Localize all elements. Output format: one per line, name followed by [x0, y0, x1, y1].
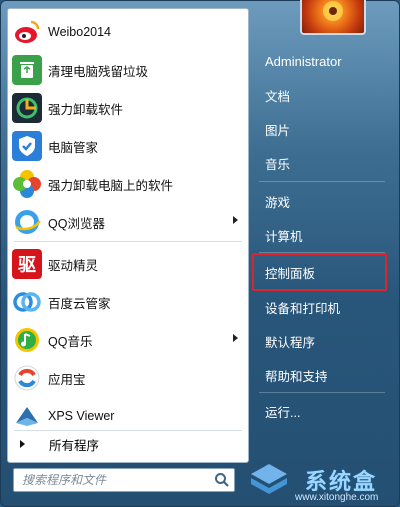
devices-printers-link[interactable]: 设备和打印机 — [259, 292, 389, 322]
documents-link[interactable]: 文档 — [259, 80, 389, 110]
app-store-icon — [12, 363, 42, 393]
divider — [14, 241, 242, 242]
music-link[interactable]: 音乐 — [259, 148, 389, 178]
program-item-qq-music[interactable]: QQ音乐 — [8, 321, 248, 359]
default-programs-link[interactable]: 默认程序 — [259, 326, 389, 356]
program-item-pc-manager[interactable]: 电脑管家 — [8, 127, 248, 165]
computer-link[interactable]: 计算机 — [259, 220, 389, 250]
all-programs-label: 所有程序 — [49, 438, 100, 453]
user-name-link[interactable]: Administrator — [259, 46, 389, 76]
programs-panel: Weibo2014 清理电脑残留垃圾 强力卸载软件 电脑管家 强力卸载电脑上的软… — [7, 8, 249, 463]
games-link[interactable]: 游戏 — [259, 186, 389, 216]
help-support-link[interactable]: 帮助和支持 — [259, 360, 389, 390]
shield-icon — [12, 131, 42, 161]
program-item-uninstall-software[interactable]: 强力卸载电脑上的软件 — [8, 165, 248, 203]
run-link[interactable]: 运行... — [259, 396, 389, 426]
music-icon — [12, 325, 42, 355]
program-item-app-store[interactable]: 应用宝 — [8, 359, 248, 397]
divider — [259, 392, 385, 393]
program-label: QQ浏览器 — [48, 216, 105, 231]
program-label: Weibo2014 — [48, 25, 112, 39]
program-item-driver-genius[interactable]: 驱 驱动精灵 — [8, 245, 248, 283]
program-item-qq-browser[interactable]: QQ浏览器 — [8, 203, 248, 241]
search-box[interactable] — [13, 468, 235, 492]
submenu-arrow-icon[interactable] — [233, 216, 238, 224]
search-input[interactable] — [14, 470, 204, 490]
program-label: 清理电脑残留垃圾 — [48, 64, 149, 79]
program-label: 电脑管家 — [48, 140, 99, 155]
xps-icon — [12, 401, 42, 431]
program-item-baidu-cloud[interactable]: 百度云管家 — [8, 283, 248, 321]
program-label: 强力卸载软件 — [48, 102, 124, 117]
pinwheel-icon — [12, 169, 42, 199]
driver-icon: 驱 — [12, 249, 42, 279]
qq-browser-icon — [12, 207, 42, 237]
program-label: 强力卸载电脑上的软件 — [48, 178, 174, 193]
program-label: 应用宝 — [48, 372, 86, 387]
watermark-url: www.xitonghe.com — [295, 492, 379, 503]
uninstall-icon — [12, 93, 42, 123]
all-programs-button[interactable]: 所有程序 — [8, 429, 248, 459]
submenu-arrow-icon[interactable] — [233, 334, 238, 342]
program-label: XPS Viewer — [48, 409, 115, 423]
user-avatar[interactable] — [300, 0, 366, 35]
search-icon[interactable] — [214, 472, 230, 488]
program-label: 百度云管家 — [48, 296, 111, 311]
weibo-icon — [12, 17, 42, 47]
program-label: QQ音乐 — [48, 334, 93, 349]
program-item-uninstall[interactable]: 强力卸载软件 — [8, 89, 248, 127]
expand-arrow-icon — [20, 440, 25, 448]
control-panel-highlight-box — [252, 253, 387, 291]
flower-icon — [323, 1, 343, 21]
program-item-weibo[interactable]: Weibo2014 — [8, 13, 248, 51]
watermark: 系统盒 www.xitonghe.com — [241, 456, 400, 507]
recycle-icon — [12, 55, 42, 85]
program-label: 驱动精灵 — [48, 258, 99, 273]
divider — [259, 181, 385, 182]
start-menu: Weibo2014 清理电脑残留垃圾 强力卸载软件 电脑管家 强力卸载电脑上的软… — [0, 0, 400, 507]
program-item-clean-junk[interactable]: 清理电脑残留垃圾 — [8, 51, 248, 89]
site-logo-icon — [251, 464, 287, 494]
pictures-link[interactable]: 图片 — [259, 114, 389, 144]
cloud-icon — [12, 287, 42, 317]
